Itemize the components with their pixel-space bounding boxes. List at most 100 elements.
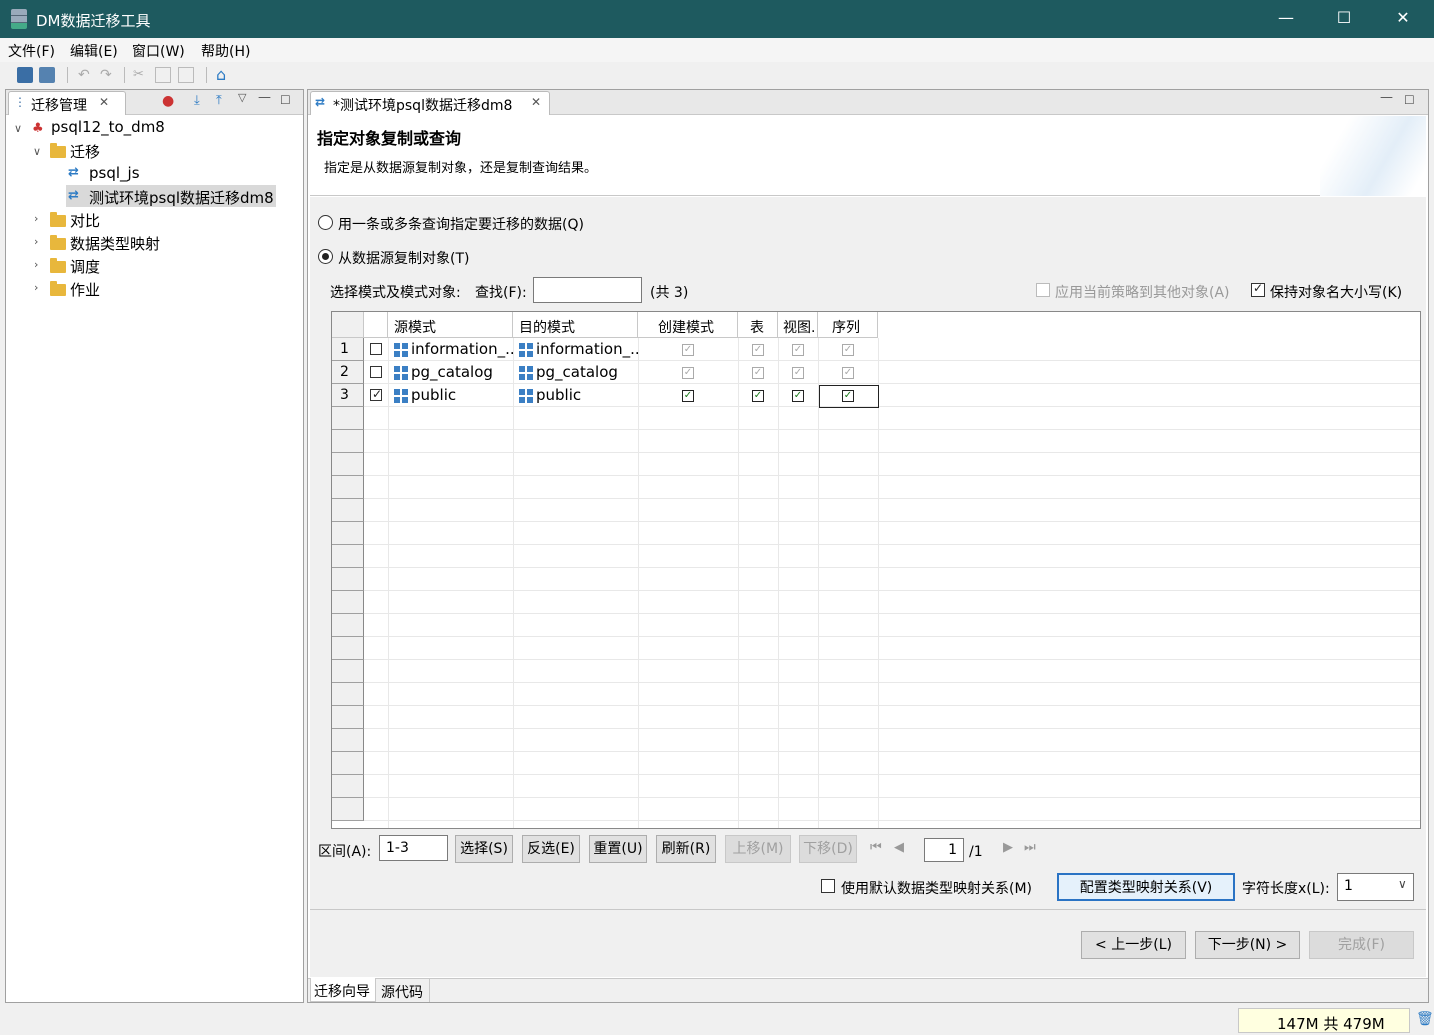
row-number bbox=[332, 430, 364, 453]
target-schema-cell[interactable]: pg_catalog bbox=[536, 363, 618, 381]
row-number bbox=[332, 660, 364, 683]
column-header-source-schema[interactable]: 源模式 bbox=[388, 312, 513, 338]
use-default-map-label[interactable]: 使用默认数据类型映射关系(M) bbox=[841, 878, 1032, 898]
redo-icon[interactable]: ↷ bbox=[100, 67, 116, 83]
reset-button[interactable]: 重置(U) bbox=[589, 835, 647, 863]
view-check[interactable]: ✓ bbox=[792, 390, 804, 402]
tree-root-project[interactable]: psql12_to_dm8 bbox=[51, 118, 165, 136]
view-menu-icon[interactable]: ▽ bbox=[238, 91, 246, 104]
finish-button[interactable]: 完成(F) bbox=[1309, 931, 1414, 959]
grid-line bbox=[364, 797, 1420, 798]
tree-folder-typemap[interactable]: 数据类型映射 bbox=[70, 233, 160, 254]
use-default-map-checkbox[interactable] bbox=[821, 879, 835, 893]
menu-edit[interactable]: 编辑(E) bbox=[70, 41, 118, 61]
tree-folder-compare[interactable]: 对比 bbox=[70, 210, 100, 231]
source-schema-cell[interactable]: information_.. bbox=[411, 340, 515, 358]
source-schema-cell[interactable]: pg_catalog bbox=[411, 363, 493, 381]
copy-option-label[interactable]: 从数据源复制对象(T) bbox=[338, 248, 469, 268]
row-select-checkbox[interactable] bbox=[370, 366, 382, 378]
range-input[interactable]: 1-3 bbox=[379, 835, 448, 861]
tree-folder-migrate[interactable]: 迁移 bbox=[70, 141, 100, 162]
last-page-icon[interactable]: ⏭ bbox=[1024, 840, 1036, 855]
tab-source-code[interactable]: 源代码 bbox=[378, 979, 430, 1002]
move-down-button[interactable]: 下移(D) bbox=[799, 835, 857, 863]
close-icon[interactable]: ✕ bbox=[531, 95, 541, 109]
row-number bbox=[332, 476, 364, 499]
copy-icon[interactable] bbox=[155, 67, 171, 83]
menu-window[interactable]: 窗口(W) bbox=[132, 41, 185, 61]
table-check[interactable]: ✓ bbox=[752, 390, 764, 402]
chevron-down-icon[interactable]: ∨ bbox=[1398, 877, 1407, 891]
query-option-label[interactable]: 用一条或多条查询指定要迁移的数据(Q) bbox=[338, 214, 584, 234]
search-input[interactable] bbox=[533, 277, 642, 303]
save-icon[interactable] bbox=[17, 67, 33, 83]
grid-line bbox=[364, 590, 1420, 591]
column-header-sequence[interactable]: 序列 bbox=[818, 312, 878, 338]
tab-wizard[interactable]: 迁移向导 bbox=[310, 978, 376, 1002]
row-number bbox=[332, 706, 364, 729]
sequence-check[interactable]: ✓ bbox=[842, 390, 854, 402]
move-up-button[interactable]: 上移(M) bbox=[725, 835, 791, 863]
keep-case-checkbox[interactable] bbox=[1251, 281, 1265, 297]
prev-step-button[interactable]: < 上一步(L) bbox=[1081, 931, 1186, 959]
keep-case-label[interactable]: 保持对象名大小写(K) bbox=[1270, 282, 1402, 302]
column-header-create-schema[interactable]: 创建模式 bbox=[638, 312, 738, 338]
apply-policy-checkbox[interactable] bbox=[1036, 283, 1050, 297]
trash-icon[interactable]: 🗑 bbox=[1416, 1011, 1434, 1027]
save-all-icon[interactable] bbox=[39, 67, 55, 83]
menu-file[interactable]: 文件(F) bbox=[8, 41, 55, 61]
grid-line bbox=[364, 475, 1420, 476]
chevron-down-icon[interactable]: ∨ bbox=[14, 122, 22, 135]
tab-test-migration[interactable]: ⇄ *测试环境psql数据迁移dm8 ✕ bbox=[310, 91, 550, 115]
folder-icon bbox=[50, 212, 66, 227]
maximize-icon[interactable]: ☐ bbox=[280, 93, 291, 107]
prev-page-icon[interactable]: ◀ bbox=[894, 840, 904, 855]
target-schema-cell[interactable]: information_.. bbox=[536, 340, 640, 358]
refresh-button[interactable]: 刷新(R) bbox=[656, 835, 716, 863]
tree-item-test-migration[interactable]: 测试环境psql数据迁移dm8 bbox=[89, 187, 274, 208]
import-icon[interactable]: ⤓ bbox=[194, 93, 200, 108]
create-schema-check[interactable]: ✓ bbox=[682, 390, 694, 402]
chevron-down-icon[interactable]: ∨ bbox=[33, 145, 41, 158]
tree-item-psql-js[interactable]: psql_js bbox=[89, 164, 140, 182]
export-icon[interactable]: ⤒ bbox=[216, 93, 222, 108]
column-header-target-schema[interactable]: 目的模式 bbox=[513, 312, 638, 338]
menu-help[interactable]: 帮助(H) bbox=[201, 41, 250, 61]
select-button[interactable]: 选择(S) bbox=[455, 835, 513, 863]
chevron-right-icon[interactable]: › bbox=[34, 281, 38, 294]
column-header-view[interactable]: 视图. bbox=[778, 312, 818, 338]
minimize-icon[interactable]: — bbox=[258, 90, 271, 105]
paste-icon[interactable] bbox=[178, 67, 194, 83]
config-type-map-button[interactable]: 配置类型映射关系(V) bbox=[1057, 873, 1235, 901]
target-schema-cell[interactable]: public bbox=[536, 386, 581, 404]
maximize-icon[interactable]: ☐ bbox=[1404, 93, 1415, 107]
page-input[interactable]: 1 bbox=[924, 838, 964, 862]
row-select-checkbox[interactable] bbox=[370, 387, 382, 401]
next-page-icon[interactable]: ▶ bbox=[1003, 840, 1013, 855]
grid-line bbox=[364, 636, 1420, 637]
tree-folder-job[interactable]: 作业 bbox=[70, 279, 100, 300]
close-icon[interactable]: ✕ bbox=[99, 95, 109, 109]
next-step-button[interactable]: 下一步(N) > bbox=[1195, 931, 1300, 959]
chevron-right-icon[interactable]: › bbox=[34, 258, 38, 271]
first-page-icon[interactable]: ⏮ bbox=[870, 840, 882, 855]
maximize-button[interactable]: ☐ bbox=[1324, 8, 1364, 27]
tab-migration-manager[interactable]: ⋮ 迁移管理 ✕ bbox=[8, 91, 126, 115]
minimize-icon[interactable]: — bbox=[1380, 90, 1393, 105]
query-option-radio[interactable] bbox=[318, 215, 333, 230]
close-button[interactable]: ✕ bbox=[1383, 8, 1423, 27]
cut-icon[interactable]: ✂ bbox=[133, 67, 149, 83]
minimize-button[interactable]: — bbox=[1266, 8, 1306, 27]
home-icon[interactable]: ⌂ bbox=[216, 67, 232, 83]
undo-icon[interactable]: ↶ bbox=[78, 67, 94, 83]
chevron-right-icon[interactable]: › bbox=[34, 212, 38, 225]
copy-option-radio[interactable] bbox=[318, 249, 333, 264]
cluster-icon[interactable]: ● bbox=[162, 93, 174, 109]
invert-button[interactable]: 反选(E) bbox=[522, 835, 580, 863]
tree-folder-schedule[interactable]: 调度 bbox=[70, 256, 100, 277]
chevron-right-icon[interactable]: › bbox=[34, 235, 38, 248]
column-header-table[interactable]: 表 bbox=[738, 312, 778, 338]
row-select-checkbox[interactable] bbox=[370, 343, 382, 355]
source-schema-cell[interactable]: public bbox=[411, 386, 456, 404]
row-number: 2 bbox=[332, 361, 364, 384]
